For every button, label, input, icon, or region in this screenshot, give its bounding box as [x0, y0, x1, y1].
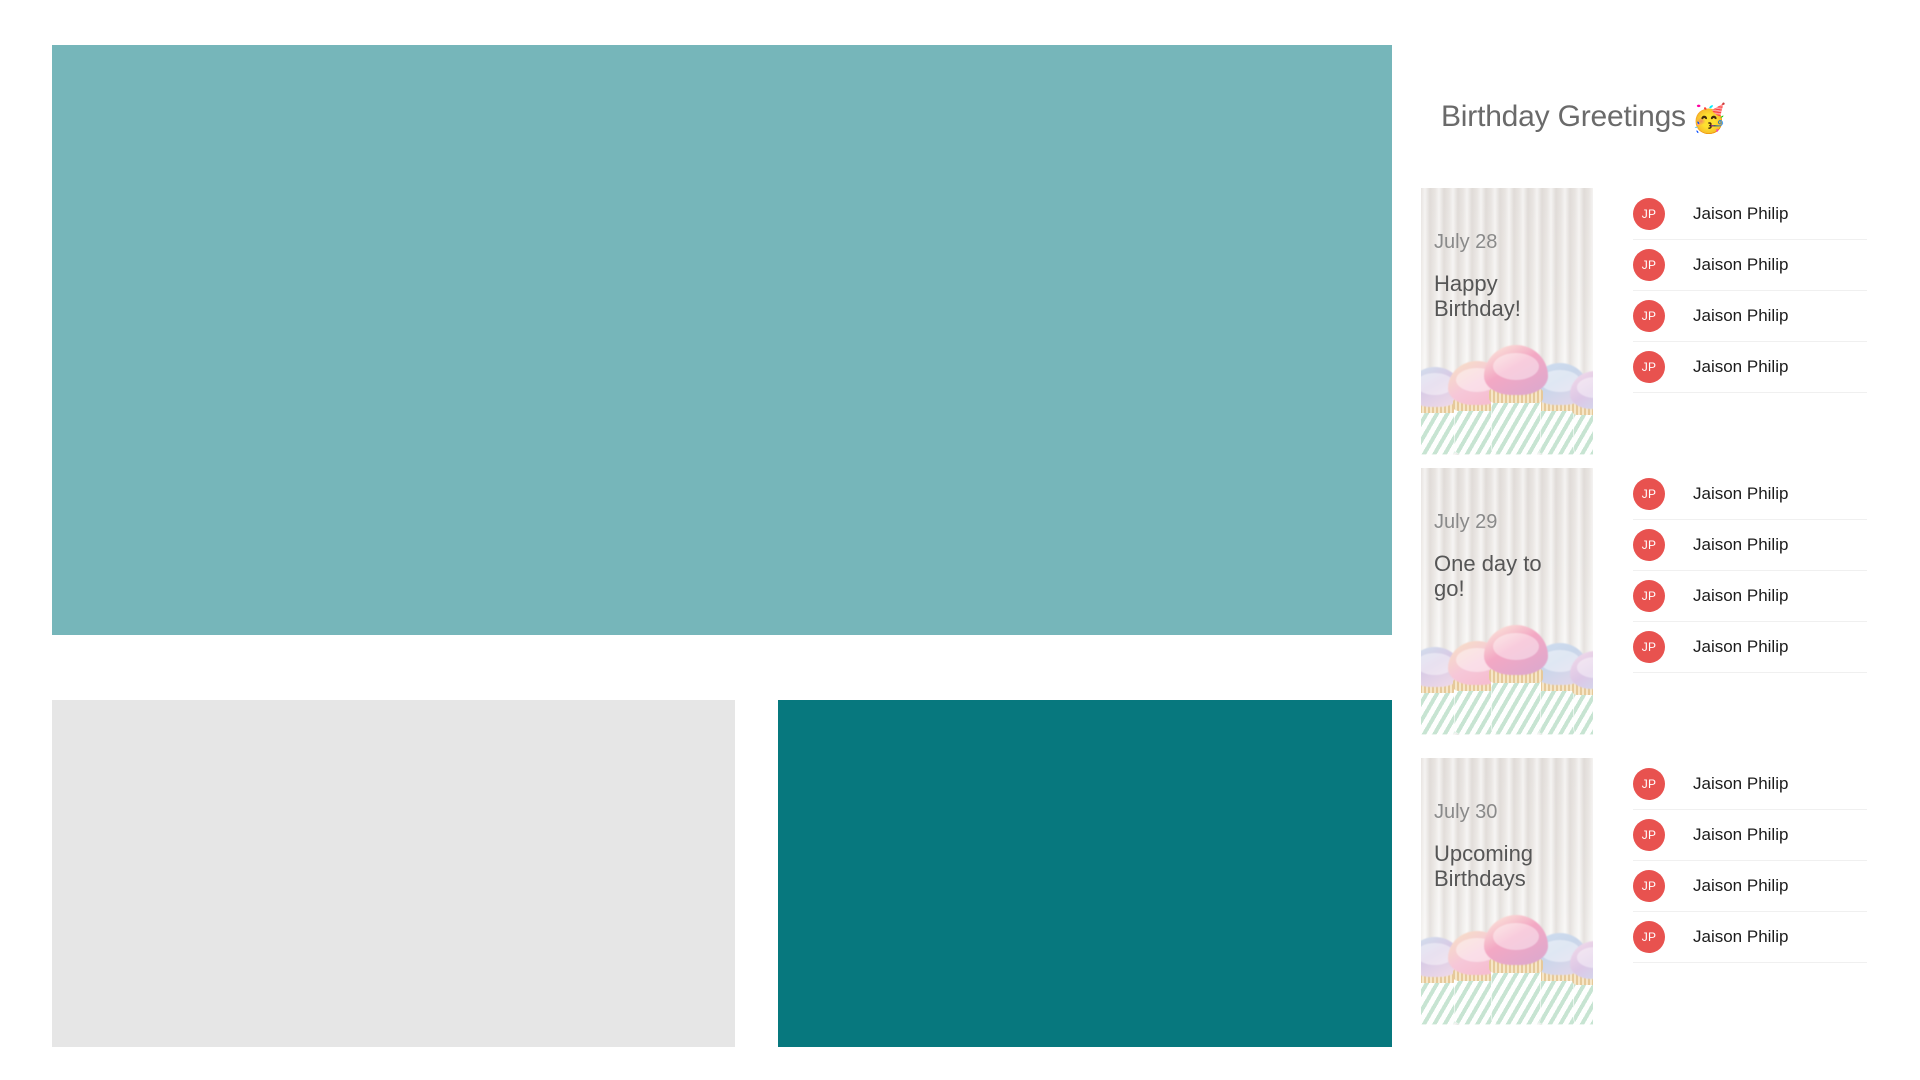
greeting-card-title: Upcoming Birthdays — [1434, 841, 1534, 892]
attendee-name: Jaison Philip — [1693, 586, 1789, 605]
attendee-name: Jaison Philip — [1693, 255, 1789, 274]
attendee-name: Jaison Philip — [1693, 306, 1789, 325]
attendee-name: Jaison Philip — [1693, 204, 1789, 223]
list-item[interactable]: JP Jaison Philip — [1633, 291, 1867, 342]
avatar: JP — [1633, 249, 1665, 281]
greeting-card-date: July 29 — [1434, 511, 1498, 533]
list-item[interactable]: JP Jaison Philip — [1633, 759, 1867, 810]
cupcake-row-decoration — [1421, 345, 1593, 455]
greeting-card-title: One day to go! — [1434, 551, 1542, 602]
attendee-name: Jaison Philip — [1693, 357, 1789, 376]
list-item[interactable]: JP Jaison Philip — [1633, 622, 1867, 673]
page-title: Birthday Greetings 🥳 — [1441, 100, 1727, 135]
greeting-group: July 30 Upcoming Birthdays JP Jaison Phi… — [1421, 758, 1920, 1025]
list-item[interactable]: JP Jaison Philip — [1633, 189, 1867, 240]
greeting-card[interactable]: July 30 Upcoming Birthdays — [1421, 758, 1593, 1025]
avatar: JP — [1633, 768, 1665, 800]
attendee-list: JP Jaison Philip JP Jaison Philip JP Jai… — [1633, 468, 1867, 673]
greeting-group: July 28 Happy Birthday! JP Jaison Philip… — [1421, 188, 1920, 455]
avatar: JP — [1633, 300, 1665, 332]
secondary-banner-block — [778, 700, 1392, 1047]
cupcakes-photo-icon — [1421, 468, 1593, 735]
attendee-name: Jaison Philip — [1693, 637, 1789, 656]
list-item[interactable]: JP Jaison Philip — [1633, 861, 1867, 912]
attendee-list: JP Jaison Philip JP Jaison Philip JP Jai… — [1633, 758, 1867, 963]
avatar: JP — [1633, 198, 1665, 230]
greeting-card[interactable]: July 29 One day to go! — [1421, 468, 1593, 735]
cupcakes-photo-icon — [1421, 188, 1593, 455]
attendee-list: JP Jaison Philip JP Jaison Philip JP Jai… — [1633, 188, 1867, 393]
list-item[interactable]: JP Jaison Philip — [1633, 520, 1867, 571]
greeting-card-date: July 30 — [1434, 801, 1498, 823]
greeting-group: July 29 One day to go! JP Jaison Philip … — [1421, 468, 1920, 735]
attendee-name: Jaison Philip — [1693, 825, 1789, 844]
greeting-card-date: July 28 — [1434, 231, 1498, 253]
avatar: JP — [1633, 580, 1665, 612]
cupcake-icon — [1483, 345, 1549, 455]
list-item[interactable]: JP Jaison Philip — [1633, 342, 1867, 393]
hero-banner-block — [52, 45, 1392, 635]
attendee-name: Jaison Philip — [1693, 774, 1789, 793]
list-item[interactable]: JP Jaison Philip — [1633, 810, 1867, 861]
greeting-card-text: July 28 Happy Birthday! — [1434, 230, 1585, 321]
cupcake-row-decoration — [1421, 625, 1593, 735]
content-placeholder-block — [52, 700, 735, 1047]
cupcake-icon — [1569, 371, 1593, 455]
cupcake-icon — [1569, 941, 1593, 1025]
greeting-card-title: Happy Birthday! — [1434, 271, 1521, 322]
list-item[interactable]: JP Jaison Philip — [1633, 571, 1867, 622]
cupcake-row-decoration — [1421, 915, 1593, 1025]
greeting-card-text: July 29 One day to go! — [1434, 510, 1585, 601]
attendee-name: Jaison Philip — [1693, 927, 1789, 946]
attendee-name: Jaison Philip — [1693, 484, 1789, 503]
avatar: JP — [1633, 819, 1665, 851]
birthday-greetings-panel: Birthday Greetings 🥳 July 28 Happy Birth… — [1421, 0, 1920, 1080]
list-item[interactable]: JP Jaison Philip — [1633, 240, 1867, 291]
list-item[interactable]: JP Jaison Philip — [1633, 912, 1867, 963]
avatar: JP — [1633, 478, 1665, 510]
greeting-card[interactable]: July 28 Happy Birthday! — [1421, 188, 1593, 455]
greeting-card-text: July 30 Upcoming Birthdays — [1434, 800, 1585, 891]
page-title-text: Birthday Greetings — [1441, 100, 1686, 133]
cupcake-icon — [1569, 651, 1593, 735]
app-page: Birthday Greetings 🥳 July 28 Happy Birth… — [0, 0, 1920, 1080]
avatar: JP — [1633, 921, 1665, 953]
avatar: JP — [1633, 870, 1665, 902]
avatar: JP — [1633, 351, 1665, 383]
cupcakes-photo-icon — [1421, 758, 1593, 1025]
cupcake-icon — [1483, 915, 1549, 1025]
avatar: JP — [1633, 529, 1665, 561]
attendee-name: Jaison Philip — [1693, 876, 1789, 895]
list-item[interactable]: JP Jaison Philip — [1633, 469, 1867, 520]
cupcake-icon — [1483, 625, 1549, 735]
attendee-name: Jaison Philip — [1693, 535, 1789, 554]
avatar: JP — [1633, 631, 1665, 663]
party-face-emoji-icon: 🥳 — [1691, 103, 1727, 134]
